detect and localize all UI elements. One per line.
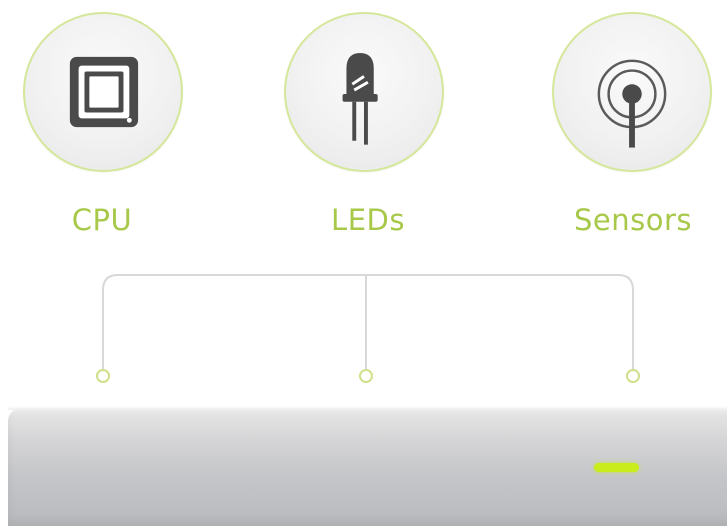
connector-dot-cpu	[96, 369, 110, 383]
connector-bracket	[102, 274, 634, 370]
device-top-edge	[8, 406, 727, 410]
status-led-indicator	[594, 463, 639, 472]
connector-dot-leds	[359, 369, 373, 383]
connector-dot-sensors	[626, 369, 640, 383]
